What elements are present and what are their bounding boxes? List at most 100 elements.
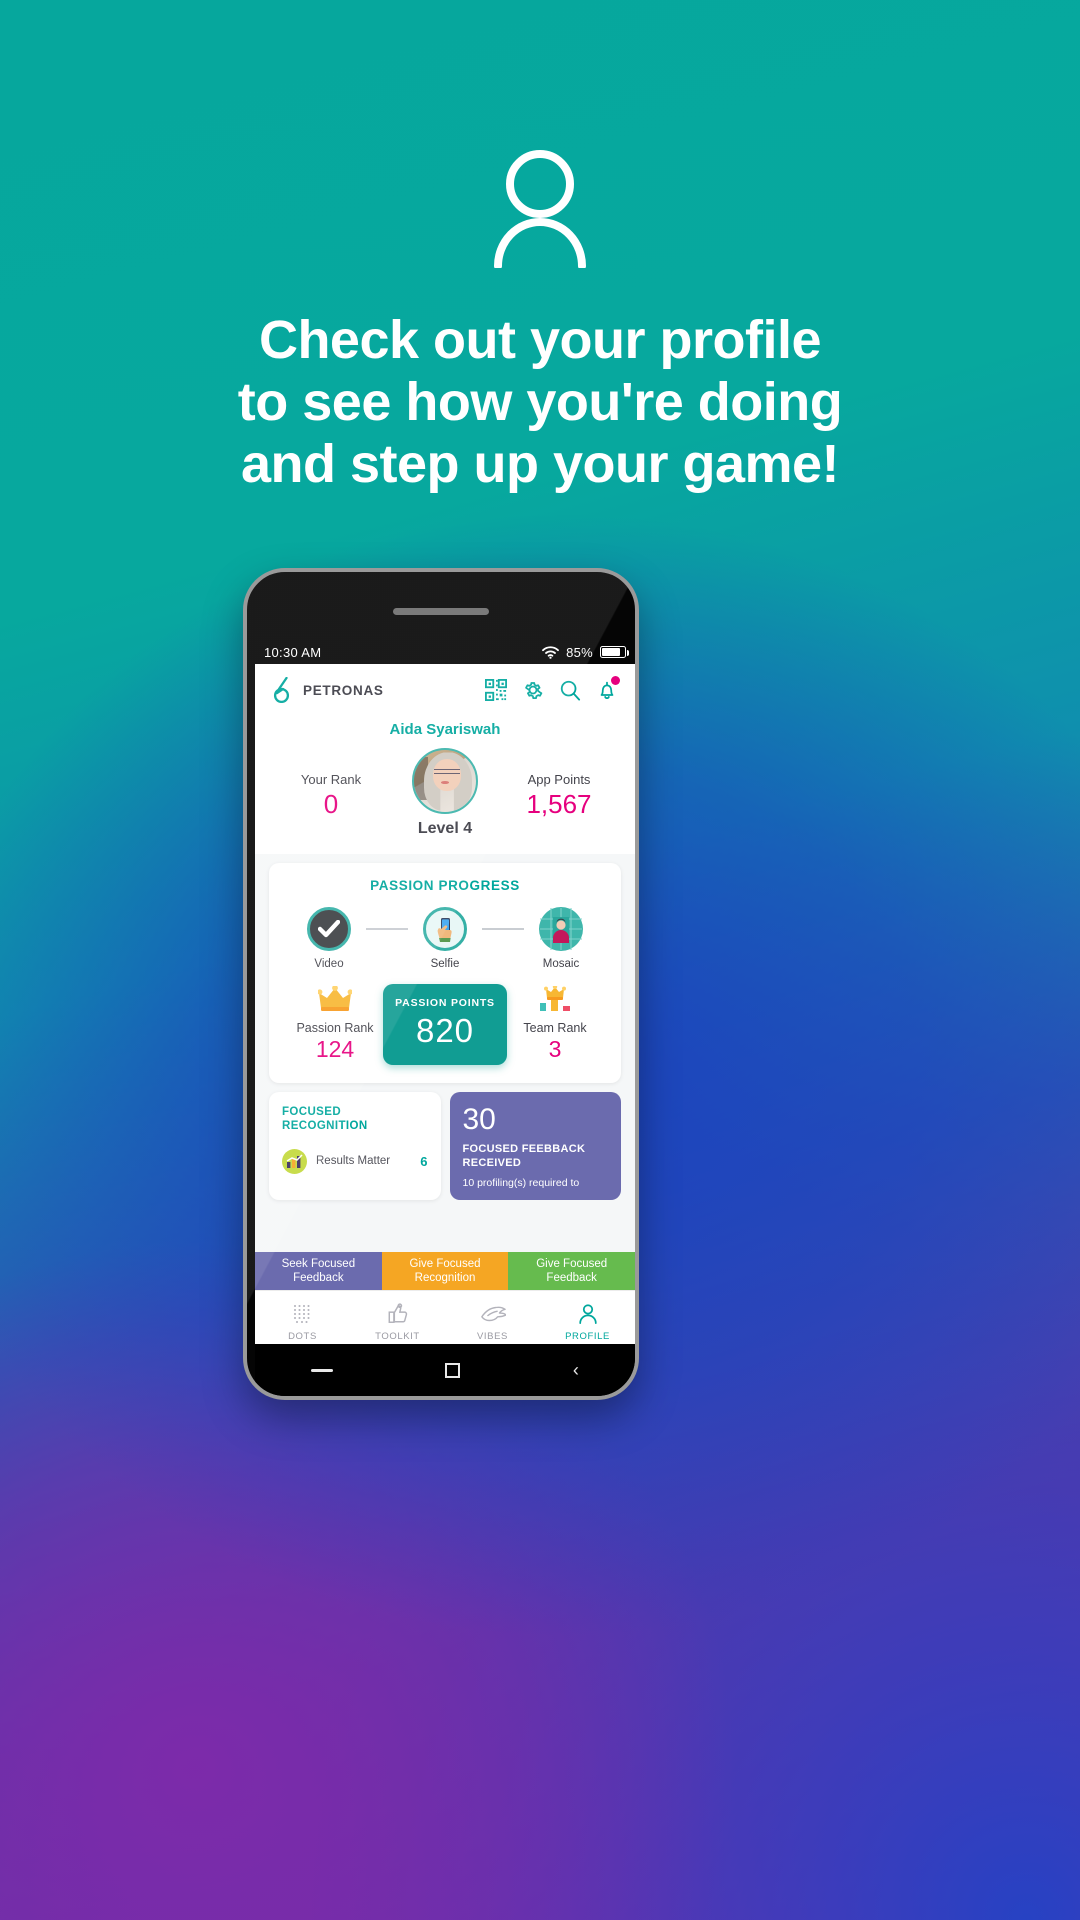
team-rank-stat: Team Rank 3 <box>509 984 601 1063</box>
bird-icon <box>445 1302 540 1326</box>
focused-recognition-item-name: Results Matter <box>316 1155 391 1168</box>
step-video[interactable]: Video <box>292 907 366 970</box>
phone-status-bar: 10:30 AM 85% <box>255 640 635 664</box>
notification-badge-dot <box>611 676 620 685</box>
mosaic-portrait-icon <box>539 907 583 951</box>
battery-percent-label: 85% <box>566 644 593 660</box>
person-icon <box>494 150 586 270</box>
back-key[interactable]: ‹ <box>573 1361 579 1379</box>
headline-line-3: and step up your game! <box>240 434 840 495</box>
avatar[interactable] <box>412 748 478 814</box>
hero-section: Check out your profile to see how you're… <box>0 0 1080 495</box>
app-points-value: 1,567 <box>526 789 592 819</box>
page-title: Check out your profile to see how you're… <box>0 309 1080 495</box>
person-icon <box>540 1302 635 1326</box>
focused-recognition-card[interactable]: FOCUSED RECOGNITION Results Matter 6 <box>269 1092 441 1201</box>
qr-code-icon[interactable] <box>485 679 507 701</box>
give-focused-recognition-button[interactable]: Give Focused Recognition <box>381 1252 509 1290</box>
nav-item-dots[interactable]: DOTS <box>255 1302 350 1342</box>
app-points-stat: App Points 1,567 <box>509 748 609 820</box>
step-mosaic-label: Mosaic <box>542 958 580 970</box>
wifi-icon <box>542 645 559 659</box>
profile-summary: Aida Syariswah Your Rank 0 Level 4 App P… <box>255 716 635 854</box>
avatar-face <box>432 758 462 791</box>
crown-chart-icon <box>509 984 601 1016</box>
focused-recognition-title: FOCUSED RECOGNITION <box>282 1105 428 1134</box>
bottom-nav: DOTS TOOLKIT VIBES PROFILE <box>255 1290 635 1352</box>
nav-item-profile-label: PROFILE <box>565 1330 610 1342</box>
nav-item-toolkit-label: TOOLKIT <box>375 1330 420 1342</box>
passion-rank-value: 124 <box>315 1036 355 1062</box>
your-rank-value: 0 <box>323 789 339 819</box>
thumbs-up-icon <box>350 1302 445 1326</box>
focused-feedback-note: 10 profiling(s) required to <box>462 1176 580 1189</box>
rank-row: Your Rank 0 Level 4 App Points 1,567 <box>255 738 635 838</box>
headline-line-2: to see how you're doing <box>237 372 843 433</box>
step-connector-2 <box>482 928 524 930</box>
focused-recognition-item-count: 6 <box>420 1153 428 1169</box>
focused-recognition-title-line2: RECOGNITION <box>282 1120 368 1133</box>
passion-points-row: Passion Rank 124 PASSION POINTS 820 Team… <box>269 970 621 1083</box>
your-rank-stat: Your Rank 0 <box>281 748 381 820</box>
android-soft-keys: ‹ <box>255 1344 635 1396</box>
focused-feedback-count: 30 <box>462 1103 496 1136</box>
phone-mockup: 10:30 AM 85% PETRONAS Aida Syariswah You… <box>243 568 639 1400</box>
app-screen: PETRONAS Aida Syariswah Your Rank 0 Leve… <box>255 664 635 1352</box>
your-rank-label: Your Rank <box>300 772 362 787</box>
nav-item-toolkit[interactable]: TOOLKIT <box>350 1302 445 1342</box>
app-header: PETRONAS <box>255 664 635 716</box>
step-mosaic[interactable]: Mosaic <box>524 907 598 970</box>
avatar-block[interactable]: Level 4 <box>390 748 500 838</box>
step-selfie[interactable]: Selfie <box>408 907 482 970</box>
step-video-label: Video <box>314 958 344 970</box>
phone-hand-icon <box>423 907 467 951</box>
focused-feedback-title-line1: FOCUSED FEEBBACK <box>462 1143 586 1155</box>
passion-points-title: PASSION POINTS <box>395 997 495 1009</box>
recent-apps-key[interactable] <box>311 1368 334 1372</box>
status-time: 10:30 AM <box>264 644 322 660</box>
brand: PETRONAS <box>272 677 384 703</box>
focused-feedback-title: FOCUSED FEEBBACK RECEIVED <box>463 1142 609 1171</box>
passion-progress-card: PASSION PROGRESS Video Selfie Mosaic Pas… <box>269 863 621 1083</box>
battery-icon <box>600 646 629 658</box>
nav-item-profile[interactable]: PROFILE <box>540 1302 635 1342</box>
dots-grid-icon <box>255 1302 350 1326</box>
gear-icon[interactable] <box>522 679 544 701</box>
team-rank-value: 3 <box>548 1036 562 1062</box>
home-key[interactable] <box>445 1362 461 1378</box>
nav-item-dots-label: DOTS <box>288 1330 317 1342</box>
nav-item-vibes[interactable]: VIBES <box>445 1302 540 1342</box>
bell-icon-wrapper[interactable] <box>596 676 620 701</box>
passion-progress-title: PASSION PROGRESS <box>370 878 520 893</box>
passion-points-box[interactable]: PASSION POINTS 820 <box>383 984 507 1065</box>
focused-feedback-title-line2: RECEIVED <box>462 1157 522 1170</box>
level-label: Level 4 <box>417 820 473 837</box>
headline-line-1: Check out your profile <box>258 310 822 370</box>
search-icon[interactable] <box>559 679 581 701</box>
app-points-label: App Points <box>527 772 591 787</box>
action-bar: Seek Focused Feedback Give Focused Recog… <box>255 1252 635 1290</box>
user-name: Aida Syariswah <box>389 721 501 738</box>
passion-rank-label: Passion Rank <box>296 1021 374 1035</box>
focused-recognition-item: Results Matter 6 <box>282 1148 428 1174</box>
phone-earpiece <box>393 608 489 615</box>
petronas-logo-icon <box>273 677 290 703</box>
avatar-glasses <box>433 768 460 775</box>
check-icon <box>307 907 351 951</box>
bottom-cards: FOCUSED RECOGNITION Results Matter 6 30 … <box>269 1092 621 1201</box>
passion-rank-stat: Passion Rank 124 <box>289 985 381 1063</box>
give-focused-feedback-button[interactable]: Give Focused Feedback <box>508 1252 635 1290</box>
nav-item-vibes-label: VIBES <box>477 1330 508 1342</box>
step-connector-1 <box>366 928 408 930</box>
passion-steps: Video Selfie Mosaic <box>269 893 621 970</box>
focused-feedback-card[interactable]: 30 FOCUSED FEEBBACK RECEIVED 10 profilin… <box>449 1092 621 1201</box>
focused-recognition-title-line1: FOCUSED <box>282 1106 342 1118</box>
crown-icon <box>289 985 381 1016</box>
team-rank-label: Team Rank <box>523 1021 587 1035</box>
passion-points-value: 820 <box>415 1012 475 1049</box>
seek-focused-feedback-button[interactable]: Seek Focused Feedback <box>255 1252 382 1290</box>
header-icon-group <box>485 676 620 701</box>
brand-name: PETRONAS <box>303 682 384 698</box>
step-selfie-label: Selfie <box>430 958 460 970</box>
results-chart-icon <box>282 1148 307 1174</box>
